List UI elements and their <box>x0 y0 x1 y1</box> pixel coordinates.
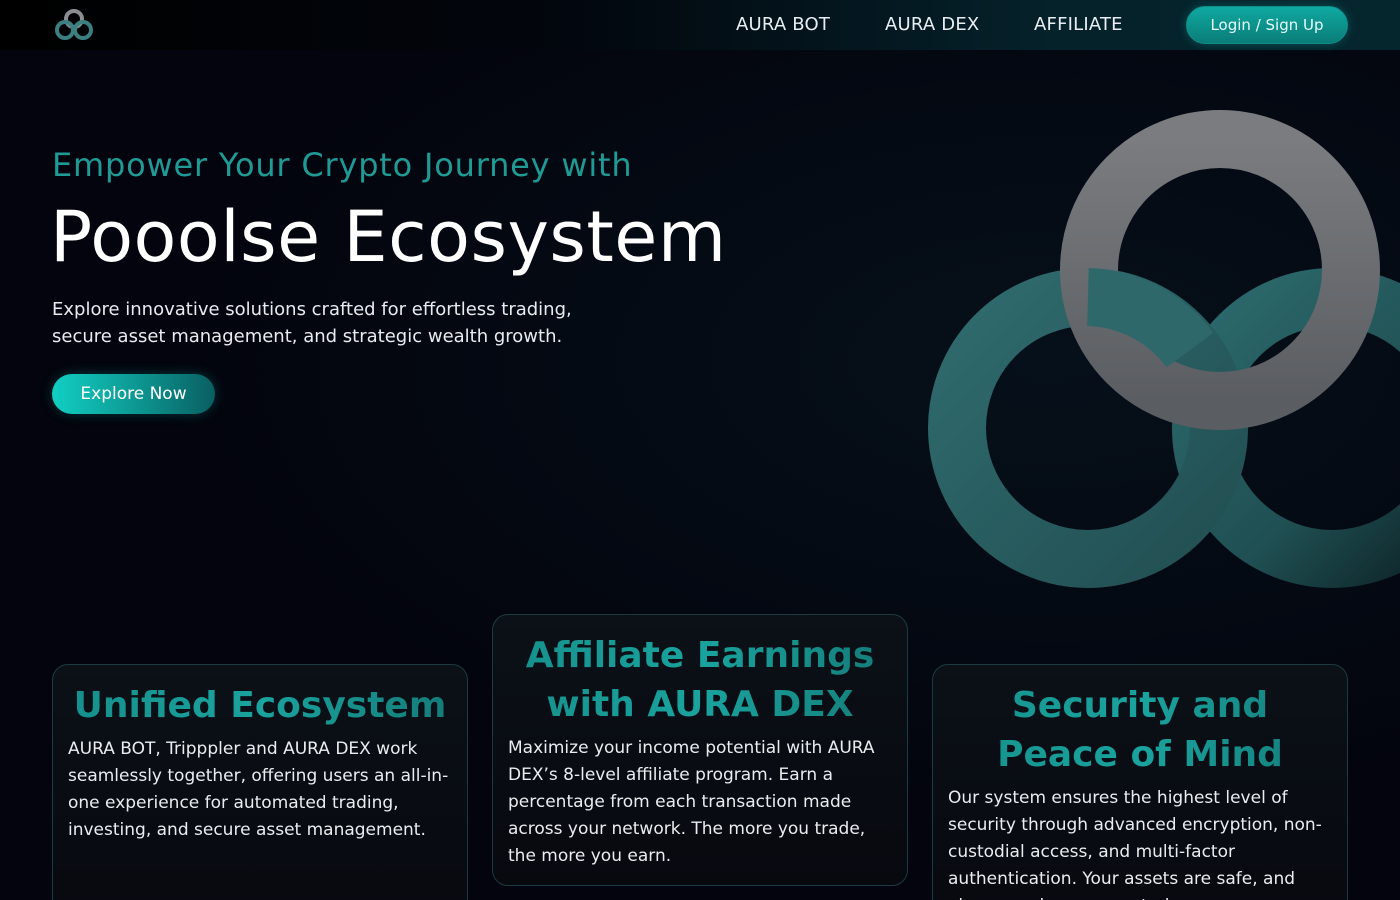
top-navbar: AURA BOT AURA DEX AFFILIATE Login / Sign… <box>0 0 1400 50</box>
card-text: Our system ensures the highest level of … <box>948 788 1322 900</box>
card-text: Maximize your income potential with AURA… <box>508 738 875 866</box>
card-unified-ecosystem: Unified Ecosystem AURA BOT, Tripppler an… <box>52 664 468 900</box>
card-text: AURA BOT, Tripppler and AURA DEX work se… <box>68 739 449 840</box>
card-title: Affiliate Earnings with AURA DEX <box>508 631 892 729</box>
card-affiliate-earnings: Affiliate Earnings with AURA DEX Maximiz… <box>492 614 908 886</box>
interlinked-rings-graphic <box>928 110 1400 588</box>
card-security: Security and Peace of Mind Our system en… <box>932 664 1348 900</box>
hero-eyebrow: Empower Your Crypto Journey with <box>52 146 633 184</box>
card-title: Security and Peace of Mind <box>948 681 1332 779</box>
login-signup-button[interactable]: Login / Sign Up <box>1186 6 1348 44</box>
nav-affiliate[interactable]: AFFILIATE <box>1034 14 1123 35</box>
landing-page: AURA BOT AURA DEX AFFILIATE Login / Sign… <box>0 0 1400 900</box>
card-title: Unified Ecosystem <box>68 681 452 730</box>
hero-title: Pooolse Ecosystem <box>50 196 727 278</box>
nav-aura-bot[interactable]: AURA BOT <box>736 14 830 35</box>
nav-aura-dex[interactable]: AURA DEX <box>885 14 979 35</box>
interlinked-rings-icon[interactable] <box>50 6 98 44</box>
explore-now-button[interactable]: Explore Now <box>52 374 215 414</box>
hero-description: Explore innovative solutions crafted for… <box>52 299 572 347</box>
